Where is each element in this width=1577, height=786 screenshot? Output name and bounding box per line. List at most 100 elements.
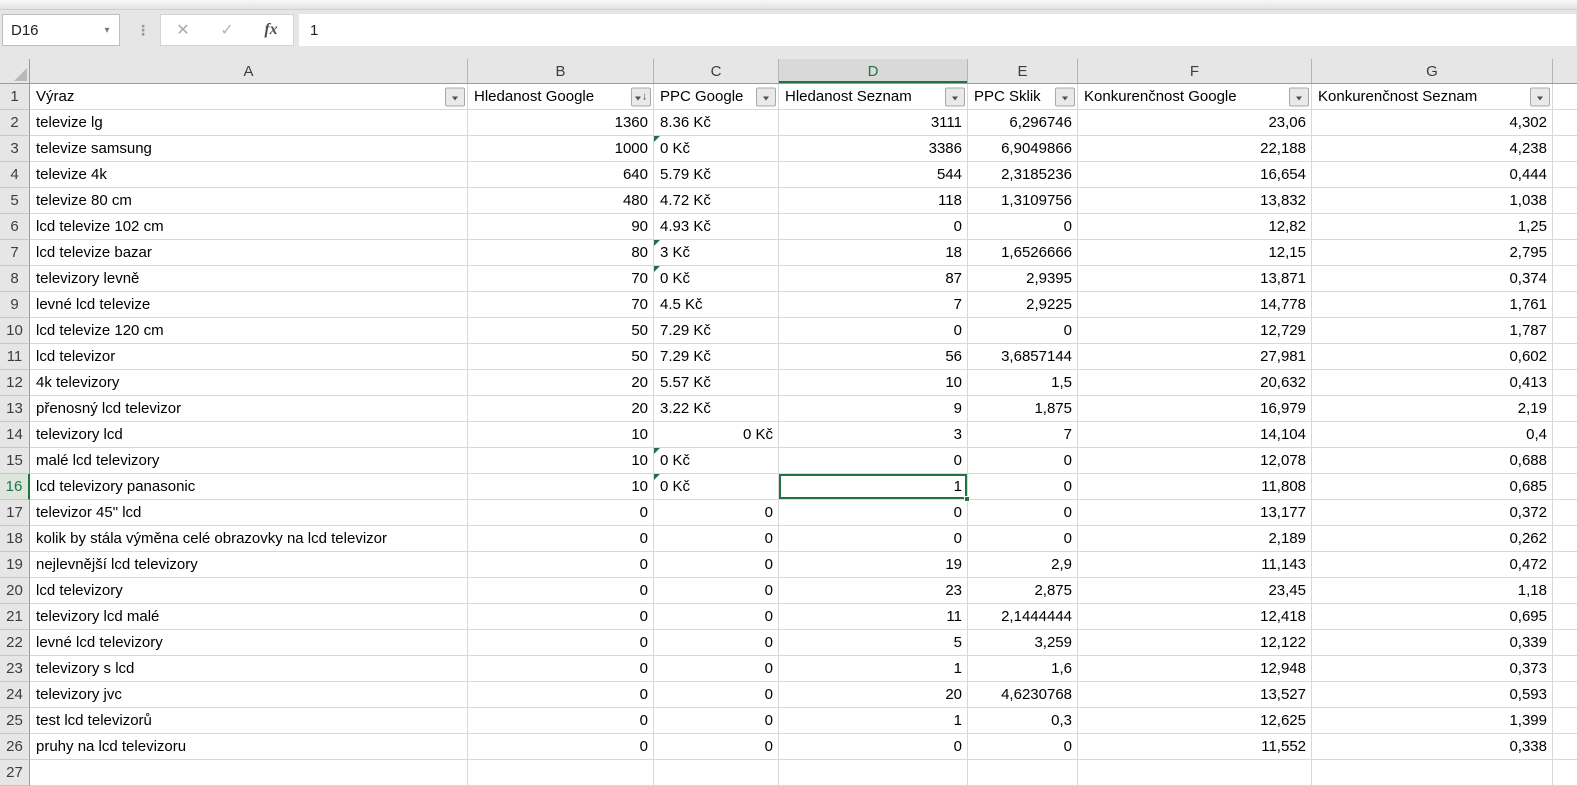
filter-button-F[interactable]	[1289, 87, 1309, 106]
cell-C4[interactable]: 5.79 Kč	[654, 162, 779, 188]
cell-G8[interactable]: 0,374	[1312, 266, 1553, 292]
row-header-14[interactable]: 14	[0, 422, 30, 448]
cell-A26[interactable]: pruhy na lcd televizoru	[30, 734, 468, 760]
cell-E12[interactable]: 1,5	[968, 370, 1078, 396]
cell-F13[interactable]: 16,979	[1078, 396, 1312, 422]
cell-D21[interactable]: 11	[779, 604, 968, 630]
cell-B6[interactable]: 90	[468, 214, 654, 240]
cell-G9[interactable]: 1,761	[1312, 292, 1553, 318]
cell-D20[interactable]: 23	[779, 578, 968, 604]
cell-B24[interactable]: 0	[468, 682, 654, 708]
cell-E24[interactable]: 4,6230768	[968, 682, 1078, 708]
filter-button-E[interactable]	[1055, 87, 1075, 106]
cell-B11[interactable]: 50	[468, 344, 654, 370]
cell-B15[interactable]: 10	[468, 448, 654, 474]
cell-D18[interactable]: 0	[779, 526, 968, 552]
cell-E18[interactable]: 0	[968, 526, 1078, 552]
cell-F7[interactable]: 12,15	[1078, 240, 1312, 266]
row-header-26[interactable]: 26	[0, 734, 30, 760]
cell-A11[interactable]: lcd televizor	[30, 344, 468, 370]
cell-E20[interactable]: 2,875	[968, 578, 1078, 604]
cell-C7[interactable]: 3 Kč	[654, 240, 779, 266]
column-header-F[interactable]: F	[1078, 59, 1312, 83]
cell-G6[interactable]: 1,25	[1312, 214, 1553, 240]
cell-E19[interactable]: 2,9	[968, 552, 1078, 578]
cell-E10[interactable]: 0	[968, 318, 1078, 344]
cell-D3[interactable]: 3386	[779, 136, 968, 162]
cell-H5[interactable]	[1553, 188, 1577, 214]
cell-H18[interactable]	[1553, 526, 1577, 552]
cell-H12[interactable]	[1553, 370, 1577, 396]
row-header-20[interactable]: 20	[0, 578, 30, 604]
cell-C23[interactable]: 0	[654, 656, 779, 682]
cell-G13[interactable]: 2,19	[1312, 396, 1553, 422]
cell-A14[interactable]: televizory lcd	[30, 422, 468, 448]
cell-B3[interactable]: 1000	[468, 136, 654, 162]
cell-B25[interactable]: 0	[468, 708, 654, 734]
cell-B12[interactable]: 20	[468, 370, 654, 396]
cell-D13[interactable]: 9	[779, 396, 968, 422]
cell-H26[interactable]	[1553, 734, 1577, 760]
cell-C19[interactable]: 0	[654, 552, 779, 578]
cell-A13[interactable]: přenosný lcd televizor	[30, 396, 468, 422]
cell-F26[interactable]: 11,552	[1078, 734, 1312, 760]
cell-F3[interactable]: 22,188	[1078, 136, 1312, 162]
cell-F15[interactable]: 12,078	[1078, 448, 1312, 474]
cell-D22[interactable]: 5	[779, 630, 968, 656]
cell-H6[interactable]	[1553, 214, 1577, 240]
row-header-2[interactable]: 2	[0, 110, 30, 136]
cell-H15[interactable]	[1553, 448, 1577, 474]
cell-H11[interactable]	[1553, 344, 1577, 370]
column-header-B[interactable]: B	[468, 59, 654, 83]
cell-F5[interactable]: 13,832	[1078, 188, 1312, 214]
cell-C13[interactable]: 3.22 Kč	[654, 396, 779, 422]
cell-F18[interactable]: 2,189	[1078, 526, 1312, 552]
cell-A20[interactable]: lcd televizory	[30, 578, 468, 604]
cell-H21[interactable]	[1553, 604, 1577, 630]
cell-E15[interactable]: 0	[968, 448, 1078, 474]
row-header-7[interactable]: 7	[0, 240, 30, 266]
cell-B27[interactable]	[468, 760, 654, 786]
cell-C24[interactable]: 0	[654, 682, 779, 708]
cell-G23[interactable]: 0,373	[1312, 656, 1553, 682]
row-header-4[interactable]: 4	[0, 162, 30, 188]
cell-F9[interactable]: 14,778	[1078, 292, 1312, 318]
cell-B14[interactable]: 10	[468, 422, 654, 448]
cell-C21[interactable]: 0	[654, 604, 779, 630]
cell-A3[interactable]: televize samsung	[30, 136, 468, 162]
cell-H7[interactable]	[1553, 240, 1577, 266]
row-header-15[interactable]: 15	[0, 448, 30, 474]
column-header-G[interactable]: G	[1312, 59, 1553, 83]
row-header-24[interactable]: 24	[0, 682, 30, 708]
cell-G4[interactable]: 0,444	[1312, 162, 1553, 188]
cell-G22[interactable]: 0,339	[1312, 630, 1553, 656]
cell-F27[interactable]	[1078, 760, 1312, 786]
cell-E23[interactable]: 1,6	[968, 656, 1078, 682]
cell-D14[interactable]: 3	[779, 422, 968, 448]
cell-B18[interactable]: 0	[468, 526, 654, 552]
cell-E3[interactable]: 6,9049866	[968, 136, 1078, 162]
cell-A12[interactable]: 4k televizory	[30, 370, 468, 396]
row-header-6[interactable]: 6	[0, 214, 30, 240]
cell-F6[interactable]: 12,82	[1078, 214, 1312, 240]
cell-G20[interactable]: 1,18	[1312, 578, 1553, 604]
cell-B5[interactable]: 480	[468, 188, 654, 214]
cell-G15[interactable]: 0,688	[1312, 448, 1553, 474]
cell-E21[interactable]: 2,1444444	[968, 604, 1078, 630]
cell-C12[interactable]: 5.57 Kč	[654, 370, 779, 396]
formula-input[interactable]: 1	[299, 14, 1576, 46]
cell-F22[interactable]: 12,122	[1078, 630, 1312, 656]
cell-D9[interactable]: 7	[779, 292, 968, 318]
cell-G27[interactable]	[1312, 760, 1553, 786]
cell-C2[interactable]: 8.36 Kč	[654, 110, 779, 136]
cell-B26[interactable]: 0	[468, 734, 654, 760]
cell-A10[interactable]: lcd televize 120 cm	[30, 318, 468, 344]
cell-D17[interactable]: 0	[779, 500, 968, 526]
cell-E9[interactable]: 2,9225	[968, 292, 1078, 318]
filter-button-D[interactable]	[945, 87, 965, 106]
cell-A22[interactable]: levné lcd televizory	[30, 630, 468, 656]
row-header-21[interactable]: 21	[0, 604, 30, 630]
cell-G12[interactable]: 0,413	[1312, 370, 1553, 396]
cell-B22[interactable]: 0	[468, 630, 654, 656]
filter-button-G[interactable]	[1530, 87, 1550, 106]
